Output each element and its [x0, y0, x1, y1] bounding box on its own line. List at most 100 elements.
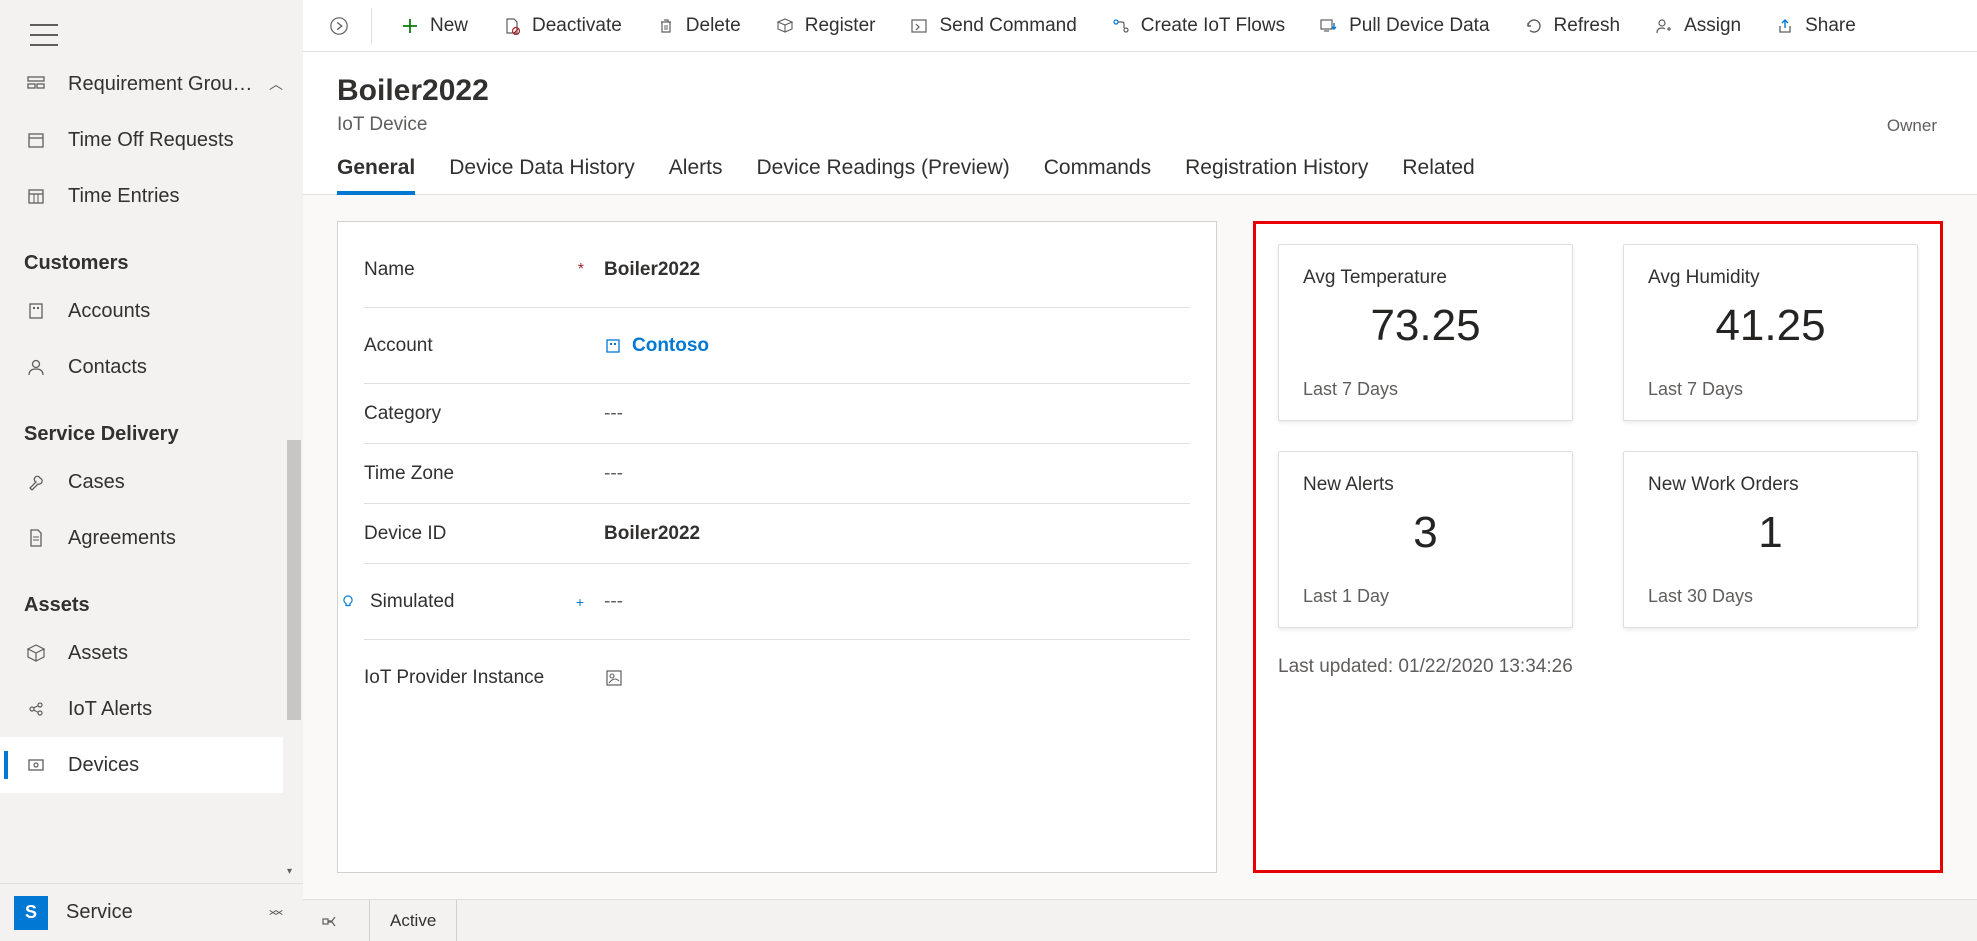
tab-registration-history[interactable]: Registration History [1185, 156, 1368, 194]
card-new-work-orders: New Work Orders 1 Last 30 Days [1623, 451, 1918, 628]
field-name[interactable]: Name * Boiler2022 [364, 232, 1190, 308]
field-label: Simulated [370, 591, 455, 613]
chevron-down-icon[interactable]: ▾ [287, 866, 292, 877]
send-command-button[interactable]: Send Command [895, 6, 1090, 46]
card-subtitle: Last 30 Days [1648, 586, 1893, 607]
sidebar-item-iot-alerts[interactable]: IoT Alerts [0, 681, 303, 737]
field-value: --- [604, 591, 623, 613]
toolbar-label: Share [1805, 15, 1856, 37]
status-badge[interactable]: Active [369, 900, 457, 941]
sidebar: Requirement Grou… ︿ Time Off Requests Ti… [0, 0, 303, 941]
sidebar-item-label: Contacts [68, 356, 147, 379]
sidebar-item-devices[interactable]: Devices [0, 737, 303, 793]
account-icon [604, 337, 622, 355]
assign-button[interactable]: Assign [1640, 6, 1755, 46]
card-new-alerts: New Alerts 3 Last 1 Day [1278, 451, 1573, 628]
app-badge: S [14, 896, 48, 930]
calendar-grid-icon [24, 184, 48, 208]
card-title: New Alerts [1303, 474, 1548, 496]
sidebar-item-time-entries[interactable]: Time Entries [0, 168, 303, 224]
field-timezone[interactable]: Time Zone --- [364, 444, 1190, 504]
nav-section-customers: Customers [0, 224, 303, 283]
sidebar-item-assets[interactable]: Assets [0, 625, 303, 681]
register-button[interactable]: Register [761, 6, 890, 46]
field-category[interactable]: Category --- [364, 384, 1190, 444]
tab-device-data-history[interactable]: Device Data History [449, 156, 635, 194]
sidebar-footer[interactable]: S Service ︿﹀ [0, 883, 303, 941]
deactivate-button[interactable]: Deactivate [488, 6, 636, 46]
sidebar-item-label: Requirement Grou… [68, 73, 253, 96]
person-icon [24, 355, 48, 379]
field-label: IoT Provider Instance [364, 667, 544, 689]
calendar-icon [24, 128, 48, 152]
updown-icon: ︿﹀ [269, 905, 283, 921]
tab-commands[interactable]: Commands [1044, 156, 1151, 194]
field-value [604, 668, 624, 688]
sidebar-item-requirement-group[interactable]: Requirement Grou… ︿ [0, 56, 303, 112]
card-subtitle: Last 1 Day [1303, 586, 1548, 607]
field-simulated[interactable]: Simulated + --- [364, 564, 1190, 640]
card-value: 3 [1303, 508, 1548, 558]
new-button[interactable]: New [386, 6, 482, 46]
share-icon [1775, 16, 1795, 36]
content: Name * Boiler2022 Account Contoso Categor… [303, 195, 1977, 899]
field-value: Boiler2022 [604, 259, 700, 281]
toolbar-label: Pull Device Data [1349, 15, 1489, 37]
refresh-button[interactable]: Refresh [1510, 6, 1635, 46]
sidebar-item-accounts[interactable]: Accounts [0, 283, 303, 339]
plus-icon [400, 16, 420, 36]
refresh-icon [1524, 16, 1544, 36]
chevron-up-icon: ︿ [269, 74, 283, 94]
last-updated-label: Last updated: 01/22/2020 13:34:26 [1278, 656, 1918, 678]
share-button[interactable]: Share [1761, 6, 1870, 46]
pull-device-data-button[interactable]: Pull Device Data [1305, 6, 1503, 46]
scrollbar-thumb[interactable] [287, 440, 301, 720]
field-device-id[interactable]: Device ID Boiler2022 [364, 504, 1190, 564]
sidebar-item-cases[interactable]: Cases [0, 454, 303, 510]
toolbar-label: New [430, 15, 468, 37]
required-indicator: * [578, 261, 584, 279]
page-title: Boiler2022 [337, 74, 489, 108]
tab-alerts[interactable]: Alerts [669, 156, 723, 194]
tab-device-readings[interactable]: Device Readings (Preview) [756, 156, 1009, 194]
nav-list: Requirement Grou… ︿ Time Off Requests Ti… [0, 56, 303, 883]
sidebar-item-contacts[interactable]: Contacts [0, 339, 303, 395]
field-label: Name [364, 259, 415, 281]
create-iot-flows-button[interactable]: Create IoT Flows [1097, 6, 1299, 46]
tab-general[interactable]: General [337, 156, 415, 194]
tab-related[interactable]: Related [1402, 156, 1474, 194]
field-label: Category [364, 403, 441, 425]
sidebar-item-label: Accounts [68, 300, 150, 323]
toolbar: New Deactivate Delete Register Send Comm… [303, 0, 1977, 52]
sidebar-item-label: Assets [68, 642, 128, 665]
card-avg-temperature: Avg Temperature 73.25 Last 7 Days [1278, 244, 1573, 421]
field-label: Time Zone [364, 463, 454, 485]
card-value: 1 [1648, 508, 1893, 558]
toolbar-label: Refresh [1554, 15, 1621, 37]
sidebar-item-label: IoT Alerts [68, 698, 152, 721]
chevron-circle-icon [329, 16, 349, 36]
sidebar-item-agreements[interactable]: Agreements [0, 510, 303, 566]
footer-bar: Active [303, 899, 1977, 941]
assign-icon [1654, 16, 1674, 36]
hamburger-menu-icon[interactable] [30, 24, 58, 46]
owner-label: Owner [1887, 116, 1937, 136]
field-account[interactable]: Account Contoso [364, 308, 1190, 384]
field-iot-provider[interactable]: IoT Provider Instance [364, 640, 1190, 716]
flow-icon [1111, 16, 1131, 36]
trash-icon [656, 16, 676, 36]
toolbar-label: Register [805, 15, 876, 37]
back-button[interactable] [321, 6, 357, 46]
record-header: Boiler2022 IoT Device Owner [303, 52, 1977, 146]
flow-footer-icon[interactable] [321, 912, 339, 930]
field-value: Boiler2022 [604, 523, 700, 545]
field-value-link[interactable]: Contoso [604, 335, 709, 357]
group-icon [24, 72, 48, 96]
sidebar-item-time-off-requests[interactable]: Time Off Requests [0, 112, 303, 168]
card-avg-humidity: Avg Humidity 41.25 Last 7 Days [1623, 244, 1918, 421]
delete-button[interactable]: Delete [642, 6, 755, 46]
send-icon [909, 16, 929, 36]
provider-icon [604, 668, 624, 688]
sidebar-scrollbar[interactable]: ▾ [283, 0, 303, 881]
tabs: General Device Data History Alerts Devic… [303, 146, 1977, 195]
